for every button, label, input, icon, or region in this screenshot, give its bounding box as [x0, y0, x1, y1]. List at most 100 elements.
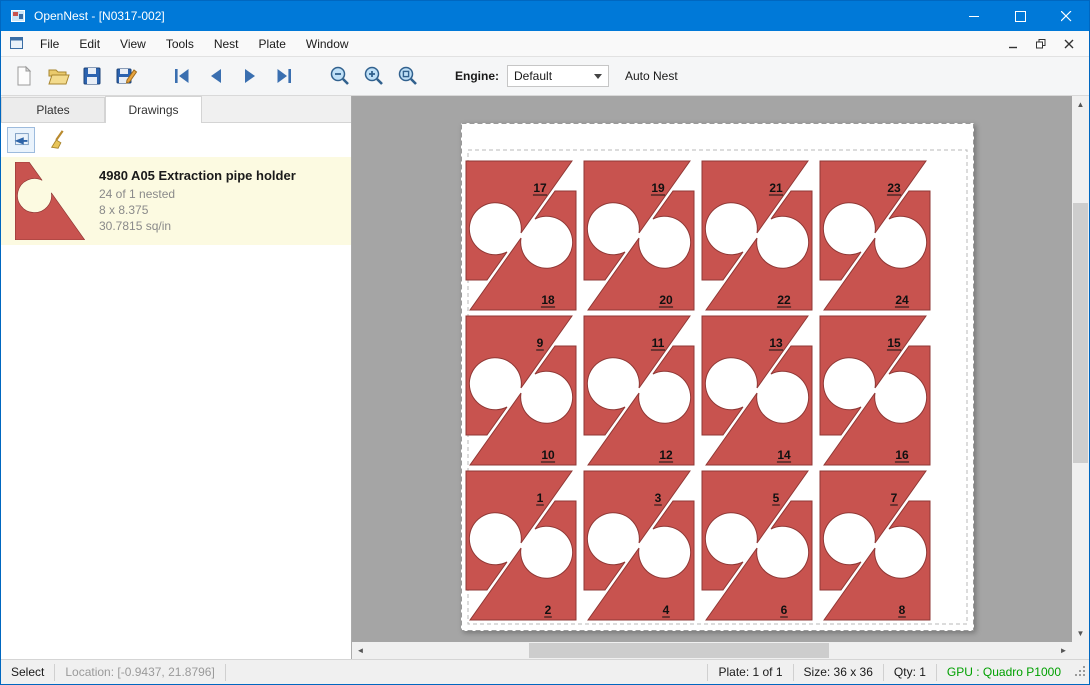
- status-mode: Select: [1, 664, 55, 681]
- tab-plates[interactable]: Plates: [1, 97, 105, 122]
- part-number: 18: [541, 293, 555, 307]
- tab-drawings[interactable]: Drawings: [105, 96, 202, 123]
- menubar: File Edit View Tools Nest Plate Window: [1, 31, 1089, 57]
- part-number: 15: [887, 336, 901, 350]
- combo-arrow-icon: [594, 74, 602, 79]
- titlebar: OpenNest - [N0317-002]: [1, 1, 1089, 31]
- content-area: Plates Drawings: [1, 96, 1089, 659]
- scroll-down-button[interactable]: ▼: [1072, 625, 1089, 642]
- drawing-item-nested: 24 of 1 nested: [99, 186, 296, 202]
- menu-item-nest[interactable]: Nest: [204, 31, 249, 56]
- part-number: 13: [769, 336, 783, 350]
- nav-prev-button[interactable]: [199, 60, 233, 92]
- drawing-item-text: 4980 A05 Extraction pipe holder 24 of 1 …: [99, 168, 296, 234]
- menu-item-file[interactable]: File: [30, 31, 69, 56]
- part-number: 24: [895, 293, 909, 307]
- nav-last-button[interactable]: [267, 60, 301, 92]
- zoom-out-icon: [328, 64, 352, 88]
- open-folder-icon: [46, 64, 70, 88]
- maximize-button[interactable]: [997, 1, 1043, 31]
- h-scroll-track[interactable]: [369, 642, 1055, 659]
- part-number: 8: [899, 603, 906, 617]
- zoom-in-button[interactable]: [357, 60, 391, 92]
- mdi-document-icon[interactable]: [9, 36, 24, 51]
- auto-nest-button[interactable]: Auto Nest: [625, 69, 678, 83]
- part-number: 6: [781, 603, 788, 617]
- drawing-item-title: 4980 A05 Extraction pipe holder: [99, 168, 296, 183]
- app-icon[interactable]: [10, 8, 26, 24]
- plate-svg: 171819202122232491011121314151612345678: [461, 123, 974, 631]
- part-number: 21: [769, 181, 783, 195]
- zoom-fit-button[interactable]: [391, 60, 425, 92]
- drawing-item-dimensions: 8 x 8.375: [99, 202, 296, 218]
- mdi-restore-button[interactable]: [1029, 34, 1053, 54]
- part-number: 17: [533, 181, 547, 195]
- minimize-button[interactable]: [951, 1, 997, 31]
- part-number: 2: [545, 603, 552, 617]
- return-part-button[interactable]: [7, 127, 35, 153]
- v-scroll-track[interactable]: [1072, 113, 1089, 625]
- nav-last-icon: [272, 64, 296, 88]
- open-button[interactable]: [41, 60, 75, 92]
- part-number: 3: [655, 491, 662, 505]
- mdi-close-button[interactable]: [1057, 34, 1081, 54]
- menu-item-edit[interactable]: Edit: [69, 31, 110, 56]
- save-button[interactable]: [75, 60, 109, 92]
- main-toolbar: Engine: Default Auto Nest: [1, 57, 1089, 96]
- part-number: 10: [541, 448, 555, 462]
- engine-label: Engine:: [455, 69, 499, 83]
- part-thumbnail: [1, 162, 99, 240]
- close-icon: [1061, 11, 1072, 22]
- engine-select[interactable]: Default: [507, 65, 609, 87]
- nav-prev-icon: [204, 64, 228, 88]
- menu-item-view[interactable]: View: [110, 31, 156, 56]
- new-button[interactable]: [7, 60, 41, 92]
- v-scroll-thumb[interactable]: [1073, 203, 1088, 463]
- clear-button[interactable]: [45, 127, 73, 153]
- part-number: 12: [659, 448, 673, 462]
- part-number: 22: [777, 293, 791, 307]
- menu-item-plate[interactable]: Plate: [249, 31, 296, 56]
- drawing-item-area: 30.7815 sq/in: [99, 218, 296, 234]
- resize-grip[interactable]: [1071, 664, 1089, 680]
- part-number: 14: [777, 448, 791, 462]
- status-qty: Qty: 1: [883, 664, 936, 681]
- return-arrow-icon: [10, 129, 32, 151]
- save-edit-button[interactable]: [109, 60, 143, 92]
- menu-item-window[interactable]: Window: [296, 31, 359, 56]
- close-button[interactable]: [1043, 1, 1089, 31]
- save-edit-icon: [114, 64, 138, 88]
- nav-next-icon: [238, 64, 262, 88]
- part-number: 9: [537, 336, 544, 350]
- nav-first-button[interactable]: [165, 60, 199, 92]
- v-scrollbar[interactable]: ▲ ▼: [1072, 96, 1089, 642]
- part-number: 19: [651, 181, 665, 195]
- part-number: 11: [652, 336, 665, 350]
- new-document-icon: [12, 64, 36, 88]
- scroll-left-button[interactable]: ◄: [352, 642, 369, 659]
- h-scroll-thumb[interactable]: [529, 643, 829, 658]
- mdi-close-icon: [1064, 39, 1074, 49]
- scrollbar-corner: [1072, 642, 1089, 659]
- part-number: 23: [887, 181, 901, 195]
- drawings-toolbar: [1, 123, 351, 157]
- scroll-right-button[interactable]: ►: [1055, 642, 1072, 659]
- broom-icon: [48, 129, 70, 151]
- part-number: 1: [537, 491, 544, 505]
- maximize-icon: [1015, 11, 1026, 22]
- zoom-out-button[interactable]: [323, 60, 357, 92]
- zoom-fit-icon: [396, 64, 420, 88]
- app-window: OpenNest - [N0317-002] File Edit View To…: [0, 0, 1090, 685]
- sidebar-tabs: Plates Drawings: [1, 96, 351, 123]
- drawing-list-item[interactable]: 4980 A05 Extraction pipe holder 24 of 1 …: [1, 157, 351, 245]
- h-scrollbar[interactable]: ◄ ►: [352, 642, 1072, 659]
- status-location: Location: [-0.9437, 21.8796]: [55, 664, 225, 681]
- nest-canvas[interactable]: 171819202122232491011121314151612345678 …: [352, 96, 1089, 659]
- part-number: 5: [773, 491, 780, 505]
- scroll-up-button[interactable]: ▲: [1072, 96, 1089, 113]
- nav-next-button[interactable]: [233, 60, 267, 92]
- mdi-minimize-button[interactable]: [1001, 34, 1025, 54]
- status-plate: Plate: 1 of 1: [707, 664, 792, 681]
- part-number: 16: [895, 448, 909, 462]
- menu-item-tools[interactable]: Tools: [156, 31, 204, 56]
